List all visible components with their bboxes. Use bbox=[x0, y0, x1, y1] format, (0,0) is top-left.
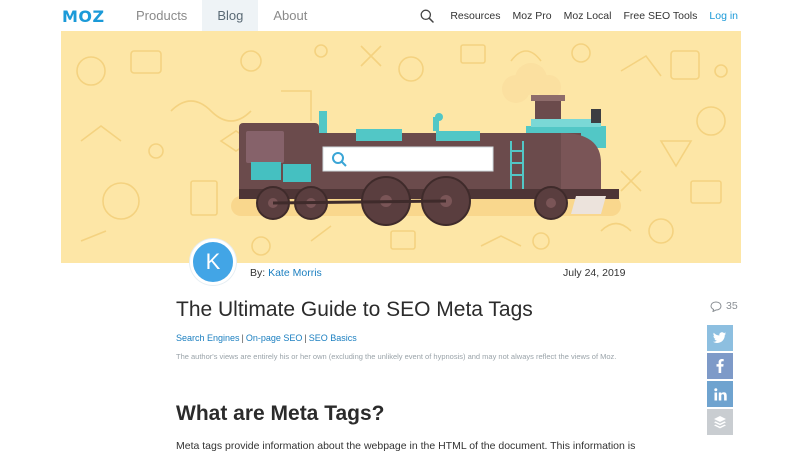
share-twitter-button[interactable] bbox=[707, 325, 733, 351]
comments-count[interactable]: 35 bbox=[710, 300, 738, 312]
facebook-icon bbox=[716, 359, 724, 373]
train-illustration bbox=[76, 43, 728, 256]
category-link-search-engines[interactable]: Search Engines bbox=[176, 333, 240, 343]
nav-link-resources[interactable]: Resources bbox=[450, 10, 500, 22]
author-disclaimer: The author's views are entirely his or h… bbox=[176, 352, 617, 361]
twitter-icon bbox=[713, 332, 726, 343]
category-list: Search Engines | On-page SEO | SEO Basics bbox=[176, 333, 357, 343]
top-navigation: MOZ Products Blog About Resources Moz Pr… bbox=[0, 0, 800, 31]
share-linkedin-button[interactable] bbox=[707, 381, 733, 407]
byline-label: By: bbox=[250, 267, 269, 279]
nav-link-moz-pro[interactable]: Moz Pro bbox=[513, 10, 552, 22]
nav-link-free-seo-tools[interactable]: Free SEO Tools bbox=[623, 10, 697, 22]
hero-banner bbox=[61, 31, 741, 263]
secondary-nav: Resources Moz Pro Moz Local Free SEO Too… bbox=[420, 0, 738, 31]
article-title: The Ultimate Guide to SEO Meta Tags bbox=[176, 298, 533, 321]
buffer-layers-icon bbox=[714, 416, 726, 429]
section-heading: What are Meta Tags? bbox=[176, 402, 385, 425]
byline: By: Kate Morris bbox=[250, 267, 322, 279]
post-date: July 24, 2019 bbox=[563, 267, 626, 279]
share-facebook-button[interactable] bbox=[707, 353, 733, 379]
nav-tab-about[interactable]: About bbox=[258, 0, 322, 31]
category-link-seo-basics[interactable]: SEO Basics bbox=[309, 333, 357, 343]
nav-tab-products[interactable]: Products bbox=[121, 0, 202, 31]
primary-nav: Products Blog About bbox=[121, 0, 322, 31]
comment-bubble-icon bbox=[710, 300, 722, 312]
linkedin-icon bbox=[713, 387, 727, 400]
search-icon[interactable] bbox=[420, 9, 435, 23]
category-link-on-page-seo[interactable]: On-page SEO bbox=[246, 333, 303, 343]
moz-logo[interactable]: MOZ bbox=[62, 7, 105, 26]
nav-link-moz-local[interactable]: Moz Local bbox=[564, 10, 612, 22]
share-buffer-button[interactable] bbox=[707, 409, 733, 435]
author-name-link[interactable]: Kate Morris bbox=[268, 267, 322, 279]
author-avatar[interactable]: K bbox=[190, 239, 236, 285]
login-link[interactable]: Log in bbox=[709, 10, 738, 22]
comment-count-value: 35 bbox=[726, 300, 738, 312]
article-body-paragraph: Meta tags provide information about the … bbox=[176, 440, 636, 452]
nav-tab-blog[interactable]: Blog bbox=[202, 0, 259, 31]
